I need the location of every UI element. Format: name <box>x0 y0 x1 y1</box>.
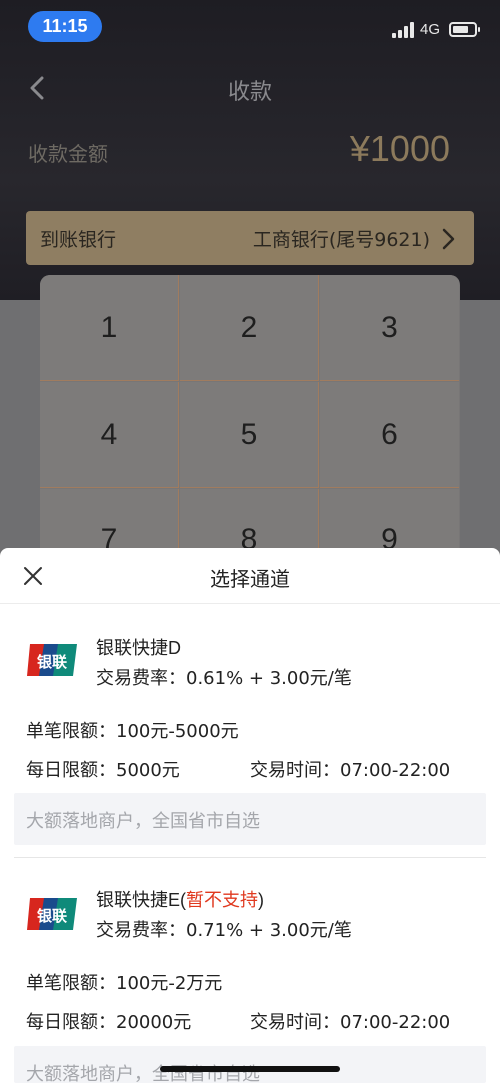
channel-note: 大额落地商户，全国省市自选 <box>14 793 486 845</box>
channel-item-e[interactable]: 银联 银联快捷E(暂不支持) 交易费率：0.71% + 3.00元/笔 单笔限额… <box>0 858 500 1083</box>
number-keypad: 1 2 3 4 5 6 7 8 9 <box>40 275 460 560</box>
channel-status-badge: 暂不支持 <box>186 890 258 910</box>
channel-name: 银联快捷E(暂不支持) <box>96 890 264 910</box>
channel-name: 银联快捷D <box>96 638 181 658</box>
amount-row: 收款金额 ¥1000 <box>0 120 500 184</box>
key-4[interactable]: 4 <box>40 382 179 488</box>
channel-daily-limit: 每日限额：20000元 <box>26 1012 192 1033</box>
nav-bar: 收款 <box>0 62 500 114</box>
channel-note: 大额落地商户，全国省市自选 <box>14 1046 486 1083</box>
channel-trade-time: 交易时间：07:00-22:00 <box>250 760 451 781</box>
unionpay-logo: 银联 <box>26 642 78 678</box>
bank-label: 到账银行 <box>40 229 117 251</box>
key-1[interactable]: 1 <box>40 275 179 381</box>
unionpay-logo: 银联 <box>26 896 78 932</box>
page-title: 收款 <box>227 80 272 105</box>
status-bar: 11:15 4G <box>0 0 500 58</box>
channel-rate: 交易费率：0.61% + 3.00元/笔 <box>96 668 352 689</box>
channel-select-sheet: 选择通道 银联 银联快捷D 交易费率：0.61% + 3.00元/笔 单笔限额：… <box>0 548 500 1083</box>
channel-single-limit: 单笔限额：100元-5000元 <box>26 721 239 742</box>
sheet-title: 选择通道 <box>210 567 290 591</box>
svg-text:银联: 银联 <box>37 653 68 671</box>
channel-daily-limit: 每日限额：5000元 <box>26 760 180 781</box>
chevron-right-icon <box>442 228 455 250</box>
key-3[interactable]: 3 <box>320 275 459 381</box>
bank-value: 工商银行(尾号9621) <box>252 229 430 251</box>
network-label: 4G <box>420 21 441 38</box>
key-6[interactable]: 6 <box>320 382 459 488</box>
bank-select-row[interactable]: 到账银行 工商银行(尾号9621) <box>26 211 474 265</box>
key-5[interactable]: 5 <box>180 382 319 488</box>
home-indicator <box>160 1066 340 1072</box>
signal-icon <box>392 22 414 38</box>
battery-icon <box>449 22 480 37</box>
channel-single-limit: 单笔限额：100元-2万元 <box>26 973 223 994</box>
channel-rate: 交易费率：0.71% + 3.00元/笔 <box>96 920 352 941</box>
svg-text:银联: 银联 <box>37 907 68 925</box>
sheet-header: 选择通道 <box>0 548 500 604</box>
status-time: 11:15 <box>28 11 102 42</box>
amount-value: ¥1000 <box>349 128 450 169</box>
channel-trade-time: 交易时间：07:00-22:00 <box>250 1012 451 1033</box>
amount-label: 收款金额 <box>28 142 108 166</box>
key-2[interactable]: 2 <box>180 275 319 381</box>
channel-item-d[interactable]: 银联 银联快捷D 交易费率：0.61% + 3.00元/笔 单笔限额：100元-… <box>0 605 500 857</box>
